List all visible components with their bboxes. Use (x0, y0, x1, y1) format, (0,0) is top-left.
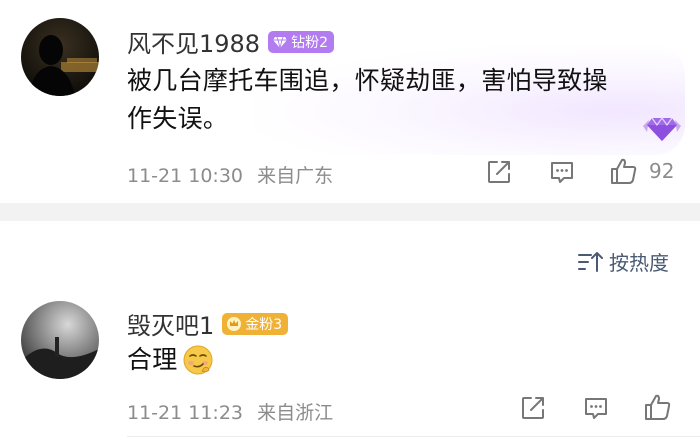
avatar[interactable] (21, 301, 99, 379)
share-icon (488, 161, 510, 183)
share-icon (522, 397, 544, 419)
username[interactable]: 风不见1988 (127, 24, 260, 59)
reply-button[interactable] (547, 157, 577, 187)
comment-text: 被几台摩托车围追，怀疑劫匪，害怕导致操 作失误。 (127, 62, 667, 138)
comment-location: 来自浙江 (257, 402, 334, 424)
comment-time: 11-21 10:30 (127, 165, 244, 187)
comment-text-line: 作失误。 (127, 104, 229, 133)
row-divider (127, 436, 700, 437)
like-button[interactable] (643, 392, 673, 422)
crown-icon (226, 316, 242, 332)
comment-text: 合理 (127, 341, 214, 379)
reply-button[interactable] (581, 393, 611, 423)
fan-badge[interactable]: 钻粉2 (268, 30, 334, 53)
like-count: 92 (649, 159, 675, 183)
vip-diamond-icon (641, 112, 683, 148)
smirk-emoji (182, 344, 214, 376)
sort-label: 按热度 (609, 251, 669, 275)
section-divider (0, 203, 700, 221)
like-button[interactable]: 92 (609, 156, 674, 186)
sort-icon (578, 251, 603, 272)
comment-icon (585, 398, 607, 419)
sort-by-hot-button[interactable]: 按热度 (577, 247, 669, 276)
comment-time: 11-21 11:23 (127, 402, 244, 424)
fan-badge[interactable]: 金粉3 (222, 312, 289, 335)
badge-label: 钻粉2 (291, 34, 328, 51)
comment-location: 来自广东 (257, 165, 334, 187)
comment-text-line: 被几台摩托车围追，怀疑劫匪，害怕导致操 (127, 66, 608, 95)
thumbs-up-icon (645, 394, 671, 420)
diamond-icon (272, 34, 288, 50)
comment-meta: 11-21 11:23 来自浙江 (127, 398, 333, 425)
comment-icon (551, 162, 573, 183)
badge-label: 金粉3 (245, 316, 283, 333)
share-button[interactable] (484, 157, 514, 187)
username[interactable]: 毁灭吧1 (127, 306, 214, 341)
share-button[interactable] (518, 393, 548, 423)
comment-text-line: 合理 (127, 345, 178, 374)
thumbs-up-icon (611, 158, 637, 184)
comment-meta: 11-21 10:30 来自广东 (127, 161, 333, 188)
avatar[interactable] (21, 18, 99, 96)
